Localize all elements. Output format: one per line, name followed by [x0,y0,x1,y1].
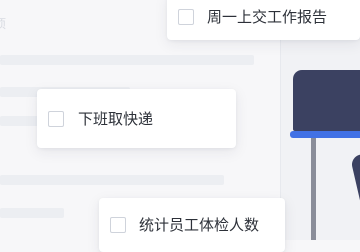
chair-seat-illustration [290,131,360,138]
task-card[interactable]: 周一上交工作报告 [167,0,360,40]
placeholder-line [0,116,42,126]
task-label: 周一上交工作报告 [207,8,328,26]
task-checkbox[interactable] [178,9,194,25]
task-card[interactable]: 统计员工体检人数 [99,198,285,252]
task-label: 下班取快递 [78,109,154,128]
placeholder-line [0,208,64,218]
faded-background-text: 项 [0,17,7,31]
placeholder-line [0,175,224,185]
placeholder-line [0,55,254,65]
chair-post-illustration [311,138,316,240]
task-card[interactable]: 下班取快递 [37,89,236,148]
chair-back-illustration [293,70,360,131]
task-checkbox[interactable] [48,110,64,127]
task-label: 统计员工体检人数 [139,216,260,234]
task-checkbox[interactable] [110,217,126,233]
